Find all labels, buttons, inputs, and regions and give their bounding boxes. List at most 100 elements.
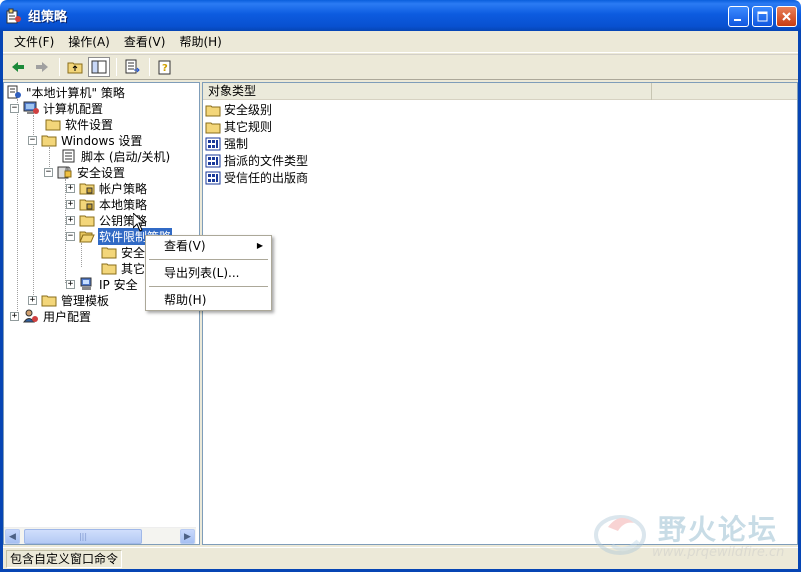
expand-icon[interactable]: + [66,215,75,225]
folder-icon [101,247,117,259]
folder-icon [41,135,57,147]
menu-separator [149,286,268,287]
tree-label: 其它 [121,261,146,276]
tree-item-windows-settings[interactable]: − Windows 设置 [28,132,143,148]
menu-view[interactable]: 查看(V) [117,31,173,52]
collapse-icon[interactable]: − [44,167,53,177]
context-menu-export-label: 导出列表(L)... [164,266,240,280]
tree-item-local-policies[interactable]: + 本地策略 [66,196,148,212]
folder-icon [101,263,117,275]
users-icon [23,309,38,323]
list-item-label: 受信任的出版商 [224,171,309,185]
tree-label: Windows 设置 [61,133,143,148]
back-icon [12,62,24,72]
policy-scroll-icon [7,85,21,99]
expand-icon[interactable]: + [10,311,19,321]
scroll-thumb[interactable]: ||| [24,529,142,544]
tree-label: IP 安全 [99,277,138,292]
tree-item-root[interactable]: "本地计算机" 策略 [6,84,126,100]
expand-icon[interactable]: + [28,295,37,305]
export-list-button[interactable] [121,57,143,77]
tree-item-account-policies[interactable]: + 帐户策略 [66,180,148,196]
close-button[interactable] [776,6,797,27]
chevron-right-icon: ▶ [184,531,191,542]
tree-item-user-config[interactable]: + 用户配置 [10,308,92,324]
context-menu: 查看(V) ▶ 导出列表(L)... 帮助(H) [145,235,272,311]
minimize-icon [734,19,741,21]
list-item[interactable]: 指派的文件类型 [205,152,308,169]
open-folder-icon [79,231,95,243]
list-item[interactable]: 安全级别 [205,101,272,118]
tree-label: 脚本 (启动/关机) [81,149,171,164]
tree-item-other-rules[interactable]: 其它 [101,260,146,276]
up-folder-button[interactable] [64,57,86,77]
scroll-left-button[interactable]: ◀ [5,529,20,544]
tree-label: "本地计算机" 策略 [26,85,125,100]
locked-folder-icon [79,199,95,211]
tree-item-scripts[interactable]: 脚本 (启动/关机) [61,148,171,164]
tree-item-security-levels[interactable]: 安全 [101,244,146,260]
maximize-button[interactable] [752,6,773,27]
list-item[interactable]: 强制 [205,135,248,152]
tree-item-admin-templates[interactable]: + 管理模板 [28,292,110,308]
forward-icon [36,62,48,72]
group-policy-app-icon [6,8,21,23]
scroll-right-button[interactable]: ▶ [180,529,195,544]
svg-text:?: ? [162,63,168,74]
network-security-icon [80,277,92,290]
context-menu-help[interactable]: 帮助(H) [148,290,269,310]
submenu-arrow-icon: ▶ [256,241,263,250]
script-icon [62,149,75,163]
tree-label: 管理模板 [61,293,110,308]
list-item-label: 其它规则 [224,120,273,134]
list-header: 对象类型 [203,83,797,100]
collapse-icon[interactable]: − [10,103,19,113]
toolbar-separator [59,58,60,76]
expand-icon[interactable]: + [66,183,75,193]
tree-item-security-settings[interactable]: − 安全设置 [44,164,126,180]
expand-icon[interactable]: + [66,279,75,289]
tree-label: 安全设置 [77,165,126,180]
folder-icon [45,119,61,131]
up-folder-icon [67,62,83,74]
context-menu-export-list[interactable]: 导出列表(L)... [148,263,269,283]
help-button[interactable]: ? [154,57,176,77]
console-tree-pane[interactable]: "本地计算机" 策略 − 计算机配置 软件设置 − Windows 设置 脚本 … [3,82,200,545]
show-hide-tree-button[interactable] [88,57,110,77]
collapse-icon[interactable]: − [66,231,75,241]
list-item[interactable]: 其它规则 [205,118,272,135]
tree-connector [17,99,18,315]
tree-item-software-settings[interactable]: 软件设置 [45,116,114,132]
back-button[interactable] [7,57,29,77]
status-text: 包含自定义窗口命令 [6,549,123,568]
expand-icon[interactable]: + [66,199,75,209]
locked-folder-icon [79,183,95,195]
list-item-label: 指派的文件类型 [224,154,309,168]
collapse-icon[interactable]: − [28,135,37,145]
tree-item-computer-config[interactable]: − 计算机配置 [10,100,104,116]
context-menu-view-label: 查看(V) [164,239,206,253]
title-bar[interactable]: 组策略 [0,0,801,31]
export-list-icon [125,59,140,74]
column-header-object-type[interactable]: 对象类型 [203,83,652,100]
list-item[interactable]: 受信任的出版商 [205,169,308,186]
menu-bar: 文件(F) 操作(A) 查看(V) 帮助(H) [3,31,798,53]
tree-connector [81,243,82,267]
details-list-pane[interactable]: 对象类型 安全级别 其它规则 强制 指派的文件类型 受信任的出版商 [202,82,798,545]
grip-icon: ||| [78,532,88,541]
menu-action[interactable]: 操作(A) [61,31,117,52]
menu-help[interactable]: 帮助(H) [172,31,228,52]
tree-label: 计算机配置 [43,101,104,116]
minimize-button[interactable] [728,6,749,27]
tree-item-ip-security[interactable]: + IP 安全 [66,276,139,292]
menu-file[interactable]: 文件(F) [7,31,61,52]
forward-button[interactable] [31,57,53,77]
tree-label: 本地策略 [99,197,148,212]
policy-icon [205,171,221,184]
context-menu-help-label: 帮助(H) [164,293,207,307]
tree-label: 帐户策略 [99,181,148,196]
toolbar: ? [3,54,798,80]
context-menu-view[interactable]: 查看(V) ▶ [148,236,269,256]
show-hide-tree-icon [91,60,107,74]
tree-horizontal-scrollbar[interactable]: ◀ ||| ▶ [4,527,196,544]
